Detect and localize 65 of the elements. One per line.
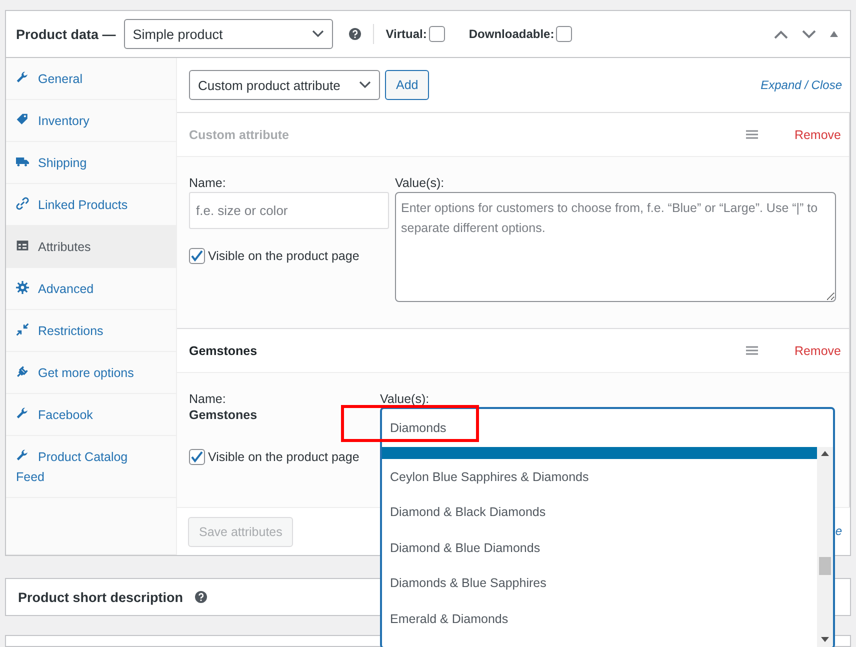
collapse-icon[interactable] <box>830 31 838 37</box>
dropdown-search-value[interactable]: Diamonds <box>382 409 833 447</box>
product-type-select[interactable]: Simple product <box>124 19 333 49</box>
panel-title: Product data — <box>16 26 116 42</box>
visible-checkbox[interactable] <box>189 248 205 264</box>
tag-icon <box>16 113 29 126</box>
wrench-icon <box>16 449 29 462</box>
values-label: Value(s): <box>380 391 430 407</box>
scroll-down-icon[interactable] <box>821 637 829 643</box>
dropdown-option[interactable]: Diamonds & Blue Sapphires <box>382 566 817 601</box>
remove-link[interactable]: Remove <box>794 344 841 358</box>
arrows-icon <box>16 323 29 336</box>
expand-close-link[interactable]: Expand / Close <box>760 78 842 92</box>
drag-handle-icon[interactable] <box>746 130 758 139</box>
scroll-up-icon[interactable] <box>821 450 829 456</box>
help-icon[interactable] <box>195 591 208 603</box>
dropdown-option[interactable]: Emerald & Diamonds <box>382 601 817 636</box>
values-label: Value(s): <box>395 175 446 191</box>
expand-close-link[interactable]: e <box>835 524 842 538</box>
wrench-icon <box>16 71 29 84</box>
attribute-type-select[interactable]: Custom product attribute <box>189 70 380 100</box>
name-field[interactable]: f.e. size or color <box>189 192 389 229</box>
virtual-label: Virtual: <box>386 27 427 41</box>
values-dropdown[interactable]: Diamonds Ceylon Blue Sapphires & Diamonds Diamond & Black Diamonds Diamond & Blue Diamonds Diamonds & Blue Sapphires Emerald & Diamonds <box>380 407 835 647</box>
sidebar-tab[interactable]: Inventory <box>6 100 176 142</box>
sidebar-tab[interactable]: Restrictions <box>6 310 176 352</box>
name-label: Name: <box>189 175 227 191</box>
virtual-checkbox[interactable] <box>428 26 445 42</box>
sidebar-tab[interactable]: Attributes <box>6 226 176 268</box>
scrollbar-thumb[interactable] <box>819 557 831 575</box>
sidebar-tab[interactable]: Facebook <box>6 394 176 436</box>
list-icon <box>16 239 29 252</box>
truck-icon <box>16 155 29 168</box>
link-icon <box>16 197 29 210</box>
section-title: Product short description <box>18 590 184 604</box>
sidebar-tab[interactable]: Advanced <box>6 268 176 310</box>
plug-icon <box>16 365 29 378</box>
add-button[interactable]: Add <box>385 70 430 100</box>
wrench-icon <box>16 407 29 420</box>
help-icon[interactable] <box>348 28 361 40</box>
downloadable-label: Downloadable: <box>468 27 554 41</box>
drag-handle-icon[interactable] <box>746 346 758 355</box>
checkbox-label: Visible on the product page <box>208 249 360 263</box>
gear-icon <box>16 281 29 294</box>
values-field[interactable]: Enter options for customers to choose from, f.e. “Blue” or “Large”. Use “|” to separate different options. <box>395 192 836 302</box>
visible-checkbox[interactable] <box>189 449 205 465</box>
attribute-title: Gemstones <box>189 344 258 358</box>
sidebar-tab[interactable]: General <box>6 58 176 100</box>
downloadable-checkbox[interactable] <box>556 26 572 42</box>
caret-icon <box>312 30 324 38</box>
caret-icon <box>359 81 371 89</box>
sidebar-tab[interactable]: Get more options <box>6 352 176 394</box>
sidebar-tab[interactable]: Shipping <box>6 142 176 184</box>
attribute-name: Gemstones <box>189 407 258 423</box>
move-up-icon[interactable] <box>774 30 788 38</box>
dropdown-option[interactable]: Diamond & Black Diamonds <box>382 494 817 530</box>
remove-link[interactable]: Remove <box>794 128 841 142</box>
sidebar-tab[interactable]: Product Catalog Feed <box>6 436 176 498</box>
checkbox-label: Visible on the product page <box>208 450 360 464</box>
attribute-title: Custom attribute <box>189 128 289 142</box>
move-down-icon[interactable] <box>802 30 816 38</box>
scrollbar[interactable] <box>817 447 833 647</box>
dropdown-option[interactable]: Diamond & Blue Diamonds <box>382 530 817 566</box>
name-label: Name: <box>189 391 227 407</box>
dropdown-option[interactable]: Ceylon Blue Sapphires & Diamonds <box>382 459 817 494</box>
